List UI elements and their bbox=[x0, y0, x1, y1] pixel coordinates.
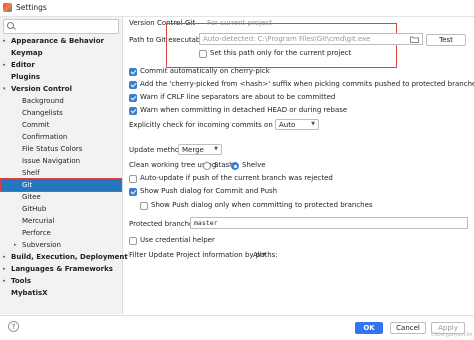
protected-branches-value: master bbox=[194, 219, 218, 227]
sidebar-item-mybatisx[interactable]: MybatisX bbox=[0, 287, 122, 299]
chevron-right-icon[interactable]: ▸ bbox=[3, 251, 6, 263]
watermark-text: CSDN @zhyan199 bbox=[431, 333, 472, 338]
chevron-right-icon[interactable]: ▸ bbox=[14, 239, 17, 251]
sidebar-item-plugins[interactable]: Plugins bbox=[0, 71, 122, 83]
sidebar-item-version-control[interactable]: ▾ Version Control bbox=[0, 83, 122, 95]
warn-crlf-checkbox[interactable] bbox=[129, 94, 137, 102]
sidebar-item-file-status-colors[interactable]: File Status Colors bbox=[0, 143, 122, 155]
sidebar-item-label: Build, Execution, Deployment bbox=[11, 253, 128, 261]
warn-detached-checkbox[interactable] bbox=[129, 107, 137, 115]
sidebar-item-label: Version Control bbox=[11, 85, 72, 93]
cherry-pick-suffix-label: Add the 'cherry-picked from <hash>' suff… bbox=[140, 80, 474, 88]
sidebar-item-confirmation[interactable]: Confirmation bbox=[0, 131, 122, 143]
sidebar-item-label: Background bbox=[22, 97, 64, 105]
incoming-commits-select[interactable]: Auto ▼ bbox=[275, 119, 319, 130]
highlight-box-git-item bbox=[0, 178, 122, 192]
sidebar-item-label: MybatisX bbox=[11, 289, 48, 297]
sidebar-item-label: Commit bbox=[22, 121, 50, 129]
protected-branches-field[interactable]: master bbox=[190, 217, 468, 229]
warn-crlf-label: Warn if CRLF line separators are about t… bbox=[140, 93, 336, 101]
auto-update-label: Auto-update if push of the current branc… bbox=[140, 174, 333, 182]
update-method-select[interactable]: Merge ▼ bbox=[178, 144, 222, 155]
sidebar-item-subversion[interactable]: ▸ Subversion bbox=[0, 239, 122, 251]
sidebar-item-label: Gitee bbox=[22, 193, 41, 201]
chevron-down-icon: ▼ bbox=[311, 121, 315, 127]
sidebar-item-label: GitHub bbox=[22, 205, 47, 213]
cherry-pick-suffix-checkbox[interactable] bbox=[129, 81, 137, 89]
sidebar-item-label: Issue Navigation bbox=[22, 157, 81, 165]
push-dialog-protected-checkbox[interactable] bbox=[140, 202, 148, 210]
show-push-dialog-checkbox[interactable] bbox=[129, 188, 137, 196]
auto-update-checkbox[interactable] bbox=[129, 175, 137, 183]
sidebar-item-background[interactable]: Background bbox=[0, 95, 122, 107]
sidebar-item-label: Mercurial bbox=[22, 217, 55, 225]
highlight-box-git-path bbox=[166, 23, 397, 68]
sidebar-item-label: Appearance & Behavior bbox=[11, 37, 104, 45]
chevron-right-icon[interactable]: ▸ bbox=[3, 35, 6, 47]
protected-branches-label: Protected branches: bbox=[129, 220, 200, 228]
dialog-footer: ? OK Cancel Apply bbox=[0, 315, 474, 340]
sidebar-item-label: Confirmation bbox=[22, 133, 68, 141]
sidebar-item-issue-navigation[interactable]: Issue Navigation bbox=[0, 155, 122, 167]
push-dialog-protected-label: Show Push dialog only when committing to… bbox=[151, 201, 373, 209]
git-settings-panel: Version Control › Git For current projec… bbox=[123, 17, 474, 314]
sidebar-item-languages-frameworks[interactable]: ▸ Languages & Frameworks bbox=[0, 263, 122, 275]
sidebar-item-label: Languages & Frameworks bbox=[11, 265, 113, 273]
test-button[interactable]: Test bbox=[426, 34, 466, 46]
set-path-project-label: Set this path only for the current proje… bbox=[210, 49, 352, 57]
cancel-button[interactable]: Cancel bbox=[390, 322, 426, 334]
sidebar-item-github[interactable]: GitHub bbox=[0, 203, 122, 215]
sidebar-item-label: Plugins bbox=[11, 73, 41, 81]
warn-detached-label: Warn when committing in detached HEAD or… bbox=[140, 106, 348, 114]
title-bar: Settings bbox=[0, 0, 474, 17]
sidebar-item-appearance-behavior[interactable]: ▸ Appearance & Behavior bbox=[0, 35, 122, 47]
sidebar-item-changelists[interactable]: Changelists bbox=[0, 107, 122, 119]
shelve-radio[interactable] bbox=[231, 162, 239, 170]
chevron-down-icon: ▼ bbox=[214, 146, 218, 152]
update-method-value: Merge bbox=[182, 146, 204, 154]
sidebar-item-gitee[interactable]: Gitee bbox=[0, 191, 122, 203]
sidebar-item-tools[interactable]: ▸ Tools bbox=[0, 275, 122, 287]
search-icon bbox=[7, 22, 14, 29]
ok-button[interactable]: OK bbox=[355, 322, 383, 334]
chevron-down-icon[interactable]: ▾ bbox=[3, 83, 6, 95]
filter-update-value[interactable]: All bbox=[253, 251, 262, 259]
intellij-app-icon bbox=[3, 3, 12, 12]
sidebar-item-label: Subversion bbox=[22, 241, 61, 249]
stash-radio[interactable] bbox=[203, 162, 211, 170]
git-path-field[interactable]: Auto-detected: C:\Program Files\Git\cmd\… bbox=[199, 33, 423, 45]
folder-icon[interactable] bbox=[410, 36, 419, 43]
chevron-down-icon[interactable]: ▼ bbox=[262, 252, 266, 258]
sidebar-item-commit[interactable]: Commit bbox=[0, 119, 122, 131]
credential-helper-checkbox[interactable] bbox=[129, 237, 137, 245]
sidebar-item-perforce[interactable]: Perforce bbox=[0, 227, 122, 239]
sidebar-item-editor[interactable]: ▸ Editor bbox=[0, 59, 122, 71]
credential-helper-label: Use credential helper bbox=[140, 236, 215, 244]
sidebar-item-build-execution-deployment[interactable]: ▸ Build, Execution, Deployment bbox=[0, 251, 128, 263]
help-icon[interactable]: ? bbox=[8, 321, 19, 332]
sidebar-item-keymap[interactable]: Keymap bbox=[0, 47, 122, 59]
chevron-right-icon[interactable]: ▸ bbox=[3, 59, 6, 71]
git-path-placeholder: Auto-detected: C:\Program Files\Git\cmd\… bbox=[203, 35, 371, 43]
sidebar-item-label: Perforce bbox=[22, 229, 51, 237]
settings-sidebar: ▸ Appearance & Behavior Keymap ▸ Editor Plugi… bbox=[0, 17, 128, 314]
sidebar-item-label: Keymap bbox=[11, 49, 43, 57]
settings-search-input[interactable] bbox=[3, 19, 119, 34]
sidebar-item-mercurial[interactable]: Mercurial bbox=[0, 215, 122, 227]
cherry-pick-commit-checkbox[interactable] bbox=[129, 68, 137, 76]
sidebar-item-label: Tools bbox=[11, 277, 32, 285]
chevron-right-icon[interactable]: ▸ bbox=[3, 263, 6, 275]
shelve-label: Shelve bbox=[242, 161, 266, 169]
chevron-right-icon[interactable]: ▸ bbox=[3, 275, 6, 287]
show-push-dialog-label: Show Push dialog for Commit and Push bbox=[140, 187, 278, 195]
sidebar-item-label: File Status Colors bbox=[22, 145, 83, 153]
set-path-project-checkbox[interactable] bbox=[199, 50, 207, 58]
cherry-pick-commit-label: Commit automatically on cherry-pick bbox=[140, 67, 270, 75]
git-path-label: Path to Git executable: bbox=[129, 36, 209, 44]
window-title: Settings bbox=[16, 3, 47, 12]
incoming-commits-value: Auto bbox=[279, 121, 296, 129]
sidebar-item-label: Changelists bbox=[22, 109, 63, 117]
sidebar-item-label: Editor bbox=[11, 61, 35, 69]
